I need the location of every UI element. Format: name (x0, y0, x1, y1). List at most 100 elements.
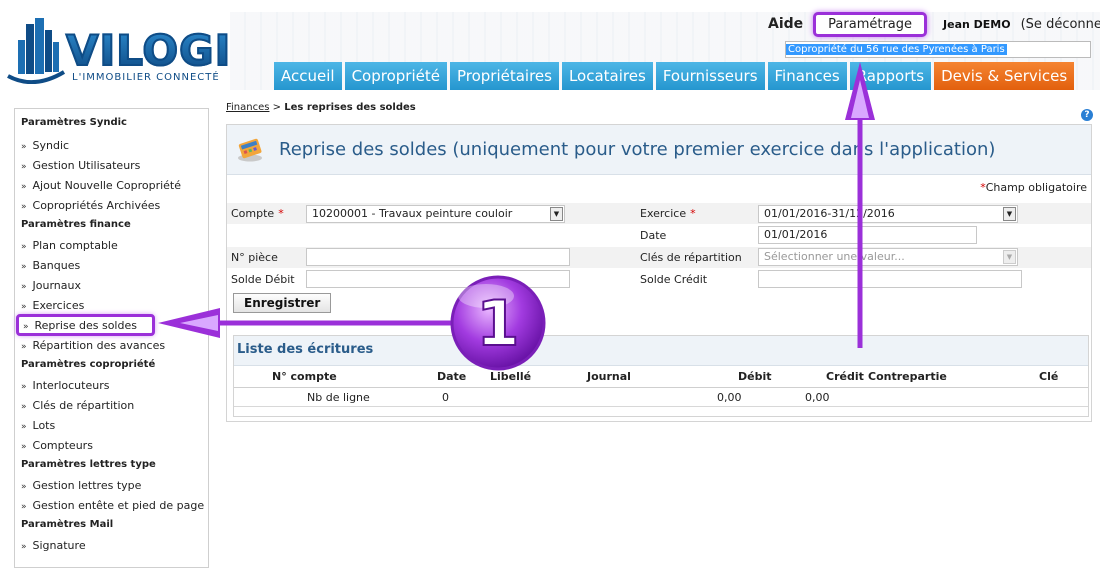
chevron-down-icon[interactable]: ▼ (1003, 207, 1016, 221)
sidebar-item-repartition-avances[interactable]: » Répartition des avances (15, 335, 208, 355)
save-button[interactable]: Enregistrer (233, 293, 332, 313)
cles-repartition-select[interactable]: Sélectionner une valeur... ▼ (758, 248, 1018, 266)
header: VILOGI L'IMMOBILIER CONNECTÉ Aide Paramé… (0, 0, 1100, 92)
sidebar-item-ajout-copropriete[interactable]: » Ajout Nouvelle Copropriété (15, 175, 208, 195)
date-label: Date (640, 229, 667, 242)
sidebar-item-label: Plan comptable (32, 239, 118, 252)
total-credit-value: 0,00 (805, 391, 830, 404)
settings-button[interactable]: Paramétrage (813, 11, 928, 37)
sidebar-item-syndic[interactable]: » Syndic (15, 135, 208, 155)
sidebar-item-label: Reprise des soldes (34, 319, 137, 332)
cles-repartition-placeholder: Sélectionner une valeur... (764, 250, 905, 263)
form-row-piece: N° pièce Clés de répartition Sélectionne… (227, 247, 1091, 268)
column-header[interactable]: Crédit (826, 370, 864, 383)
date-field[interactable]: 01/01/2016 (758, 226, 977, 244)
help-link[interactable]: Aide (768, 16, 803, 32)
sidebar-section-title: Paramètres Mail (21, 519, 114, 530)
nav-tab-finances[interactable]: Finances (767, 62, 847, 90)
calculator-icon (238, 138, 262, 162)
sidebar-item-label: Exercices (32, 299, 85, 312)
required-note-label: Champ obligatoire (985, 181, 1087, 194)
sidebar-section-title: Paramètres Syndic (21, 117, 127, 128)
form-row-date: Date 01/01/2016 (227, 225, 1091, 246)
column-header[interactable]: N° compte (272, 370, 337, 383)
column-header[interactable]: Journal (587, 370, 631, 383)
compte-select[interactable]: 10200001 - Travaux peinture couloir ▼ (306, 205, 565, 223)
sidebar-item-gestion-lettres-type[interactable]: » Gestion lettres type (15, 475, 208, 495)
nav-tab-accueil[interactable]: Accueil (274, 62, 342, 90)
row-count-value: 0 (442, 391, 449, 404)
exercice-label: Exercice * (640, 207, 696, 220)
piece-field[interactable] (306, 248, 570, 266)
breadcrumb-link-finances[interactable]: Finances (226, 102, 269, 113)
sidebar-item-gestion-utilisateurs[interactable]: » Gestion Utilisateurs (15, 155, 208, 175)
building-logo-icon (7, 18, 66, 84)
form-row-soldes: Solde Débit Solde Crédit (227, 269, 1091, 290)
sidebar-item-label: Gestion lettres type (32, 479, 142, 492)
row-count-label: Nb de ligne (307, 391, 370, 404)
double-chevron-icon: » (21, 162, 27, 172)
table-row: Nb de ligne 0 0,00 0,00 (234, 389, 1088, 407)
nav-tab-proprietaires[interactable]: Propriétaires (449, 62, 559, 90)
entries-list-title: Liste des écritures (234, 336, 1088, 366)
sidebar-item-compteurs[interactable]: » Compteurs (15, 435, 208, 455)
copropriete-selector[interactable]: Copropriété du 56 rue des Pyrenées à Par… (785, 41, 1091, 58)
sidebar-item-plan-comptable[interactable]: » Plan comptable (15, 235, 208, 255)
vilogi-logo[interactable]: VILOGI L'IMMOBILIER CONNECTÉ (4, 18, 231, 88)
double-chevron-icon: » (21, 302, 27, 312)
double-chevron-icon: » (21, 262, 27, 272)
sidebar-item-exercices[interactable]: » Exercices (15, 295, 208, 315)
entries-list: Liste des écritures N° compte Date Libel… (233, 335, 1089, 417)
column-header[interactable]: Contrepartie (868, 370, 947, 383)
sidebar-item-interlocuteurs[interactable]: » Interlocuteurs (15, 375, 208, 395)
compte-selected-value: 10200001 - Travaux peinture couloir (312, 207, 513, 220)
total-debit-value: 0,00 (717, 391, 742, 404)
page-title: Reprise des soldes (uniquement pour votr… (279, 139, 996, 160)
sidebar-item-label: Compteurs (32, 439, 93, 452)
sidebar-item-banques[interactable]: » Banques (15, 255, 208, 275)
column-header[interactable]: Date (437, 370, 466, 383)
main-nav: Accueil Copropriété Propriétaires Locata… (274, 62, 1075, 90)
solde-debit-field[interactable] (306, 270, 570, 288)
solde-debit-label: Solde Débit (231, 273, 295, 286)
sidebar-item-lots[interactable]: » Lots (15, 415, 208, 435)
column-header[interactable]: Clé (1039, 370, 1058, 383)
exercice-select[interactable]: 01/01/2016-31/12/2016 ▼ (758, 205, 1018, 223)
column-header[interactable]: Libellé (490, 370, 531, 383)
sidebar-item-cles-repartition[interactable]: » Clés de répartition (15, 395, 208, 415)
solde-credit-field[interactable] (758, 270, 1022, 288)
sidebar-item-coproprietes-archivees[interactable]: » Copropriétés Archivées (15, 195, 208, 215)
sidebar-item-journaux[interactable]: » Journaux (15, 275, 208, 295)
double-chevron-icon: » (21, 402, 27, 412)
nav-tab-rapports[interactable]: Rapports (849, 62, 932, 90)
sidebar-section-title: Paramètres lettres type (21, 459, 156, 470)
double-chevron-icon: » (21, 542, 27, 552)
settings-sidebar: Paramètres Syndic » Syndic » Gestion Utili… (14, 108, 209, 568)
cles-repartition-label: Clés de répartition (640, 251, 742, 264)
nav-tab-locataires[interactable]: Locataires (561, 62, 653, 90)
double-chevron-icon: » (21, 422, 27, 432)
copropriete-selected-value: Copropriété du 56 rue des Pyrenées à Par… (786, 44, 1007, 55)
nav-tab-fournisseurs[interactable]: Fournisseurs (655, 62, 765, 90)
chevron-down-icon[interactable]: ▼ (550, 207, 563, 221)
sidebar-item-label: Interlocuteurs (32, 379, 110, 392)
reprise-soldes-panel: Reprise des soldes (uniquement pour votr… (226, 124, 1092, 422)
nav-tab-copropriete[interactable]: Copropriété (344, 62, 447, 90)
nav-tab-devis-services[interactable]: Devis & Services (934, 62, 1075, 90)
double-chevron-icon: » (21, 442, 27, 452)
help-icon[interactable]: ? (1081, 109, 1093, 121)
sidebar-item-label: Ajout Nouvelle Copropriété (32, 179, 182, 192)
entries-table-header: N° compte Date Libellé Journal Débit Cré… (234, 366, 1088, 388)
chevron-down-icon[interactable]: ▼ (1003, 250, 1016, 264)
sidebar-item-signature[interactable]: » Signature (15, 535, 208, 555)
breadcrumb: Finances > Les reprises des soldes (226, 102, 416, 113)
logout-link[interactable]: (Se déconnecter) (1021, 17, 1100, 32)
column-header[interactable]: Débit (738, 370, 772, 383)
sidebar-item-label: Gestion entête et pied de page (32, 499, 205, 512)
sidebar-item-entete-pied-page[interactable]: » Gestion entête et pied de page (15, 495, 208, 515)
form-row-compte: Compte * 10200001 - Travaux peinture coul… (227, 203, 1091, 224)
sidebar-section-title: Paramètres copropriété (21, 359, 156, 370)
breadcrumb-current: Les reprises des soldes (284, 102, 416, 113)
sidebar-item-reprise-soldes[interactable]: » Reprise des soldes (16, 314, 155, 336)
user-name: Jean DEMO (943, 17, 1011, 31)
